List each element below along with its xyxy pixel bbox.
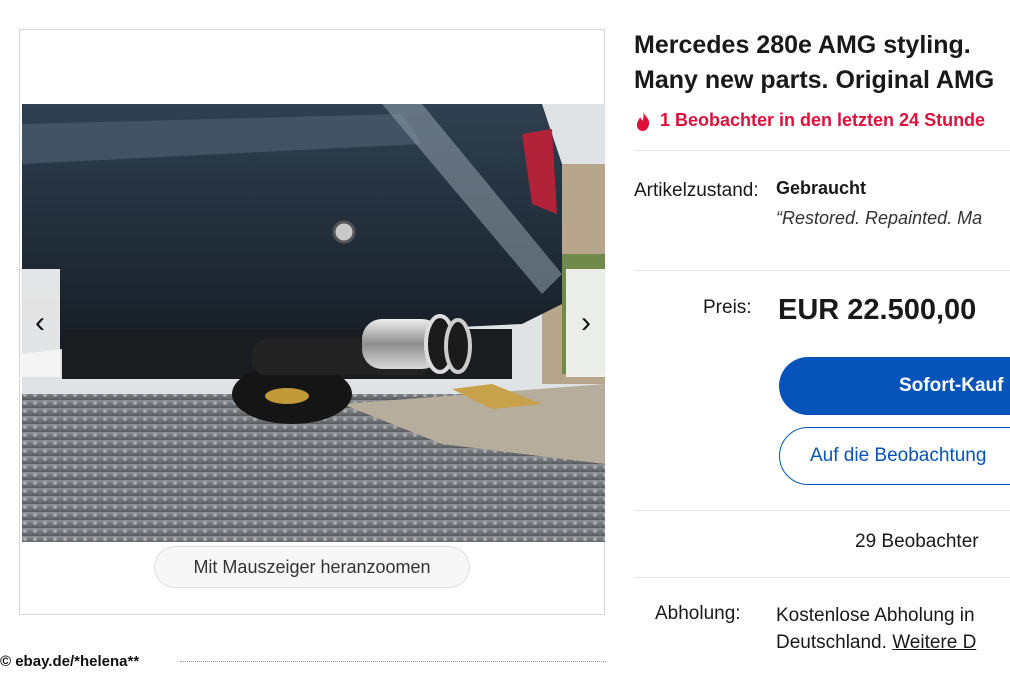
pickup-label: Abholung: <box>655 603 741 624</box>
pickup-line-2: Deutschland. Weitere D <box>776 629 1010 656</box>
condition-value: Gebraucht <box>776 178 867 198</box>
watchers-count: 29 Beobachter <box>855 531 979 552</box>
image-gallery: ‹ › Mit Mauszeiger heranzoomen <box>19 29 606 615</box>
gallery-prev-button[interactable]: ‹ <box>20 269 60 377</box>
image-credit: © ebay.de/*helena** <box>0 653 140 670</box>
zoom-hint-label: Mit Mauszeiger heranzoomen <box>193 556 431 577</box>
pickup-location: Deutschland. <box>776 632 887 653</box>
buy-now-button[interactable]: Sofort-Kauf <box>779 357 1010 415</box>
buy-now-label: Sofort-Kauf <box>899 375 1004 396</box>
watch-alert-text: 1 Beobachter in den letzten 24 Stunde <box>660 110 986 130</box>
listing-title: Mercedes 280e AMG styling. Many new part… <box>634 28 1010 98</box>
price-label: Preis: <box>703 297 752 318</box>
car-exhaust-photo <box>22 104 605 542</box>
chevron-left-icon: ‹ <box>35 306 45 339</box>
divider <box>634 150 1010 151</box>
pickup-info: Kostenlose Abholung in Deutschland. Weit… <box>776 602 1010 656</box>
chevron-right-icon: › <box>581 306 591 339</box>
watch-alert: 1 Beobachter in den letzten 24 Stunde <box>634 110 1010 131</box>
condition-description[interactable]: “Restored. Repainted. Ma <box>776 208 1010 229</box>
divider <box>634 510 1010 511</box>
gallery-next-button[interactable]: › <box>566 269 606 377</box>
pickup-details-link[interactable]: Weitere D <box>892 632 976 653</box>
divider <box>634 270 1010 271</box>
price-value: EUR 22.500,00 <box>778 294 977 326</box>
pickup-line-1: Kostenlose Abholung in <box>776 605 975 626</box>
add-to-watchlist-button[interactable]: Auf die Beobachtung <box>779 427 1010 485</box>
listing-title-line-2: Many new parts. Original AMG <box>634 66 995 94</box>
credit-divider <box>180 661 606 662</box>
listing-title-line-1: Mercedes 280e AMG styling. <box>634 31 971 59</box>
condition-label: Artikelzustand: <box>634 180 759 201</box>
listing-photo[interactable] <box>22 104 605 542</box>
divider <box>634 577 1010 578</box>
watchlist-label: Auf die Beobachtung <box>810 445 987 466</box>
zoom-hint-button[interactable]: Mit Mauszeiger heranzoomen <box>154 546 470 588</box>
flame-icon <box>636 110 650 131</box>
